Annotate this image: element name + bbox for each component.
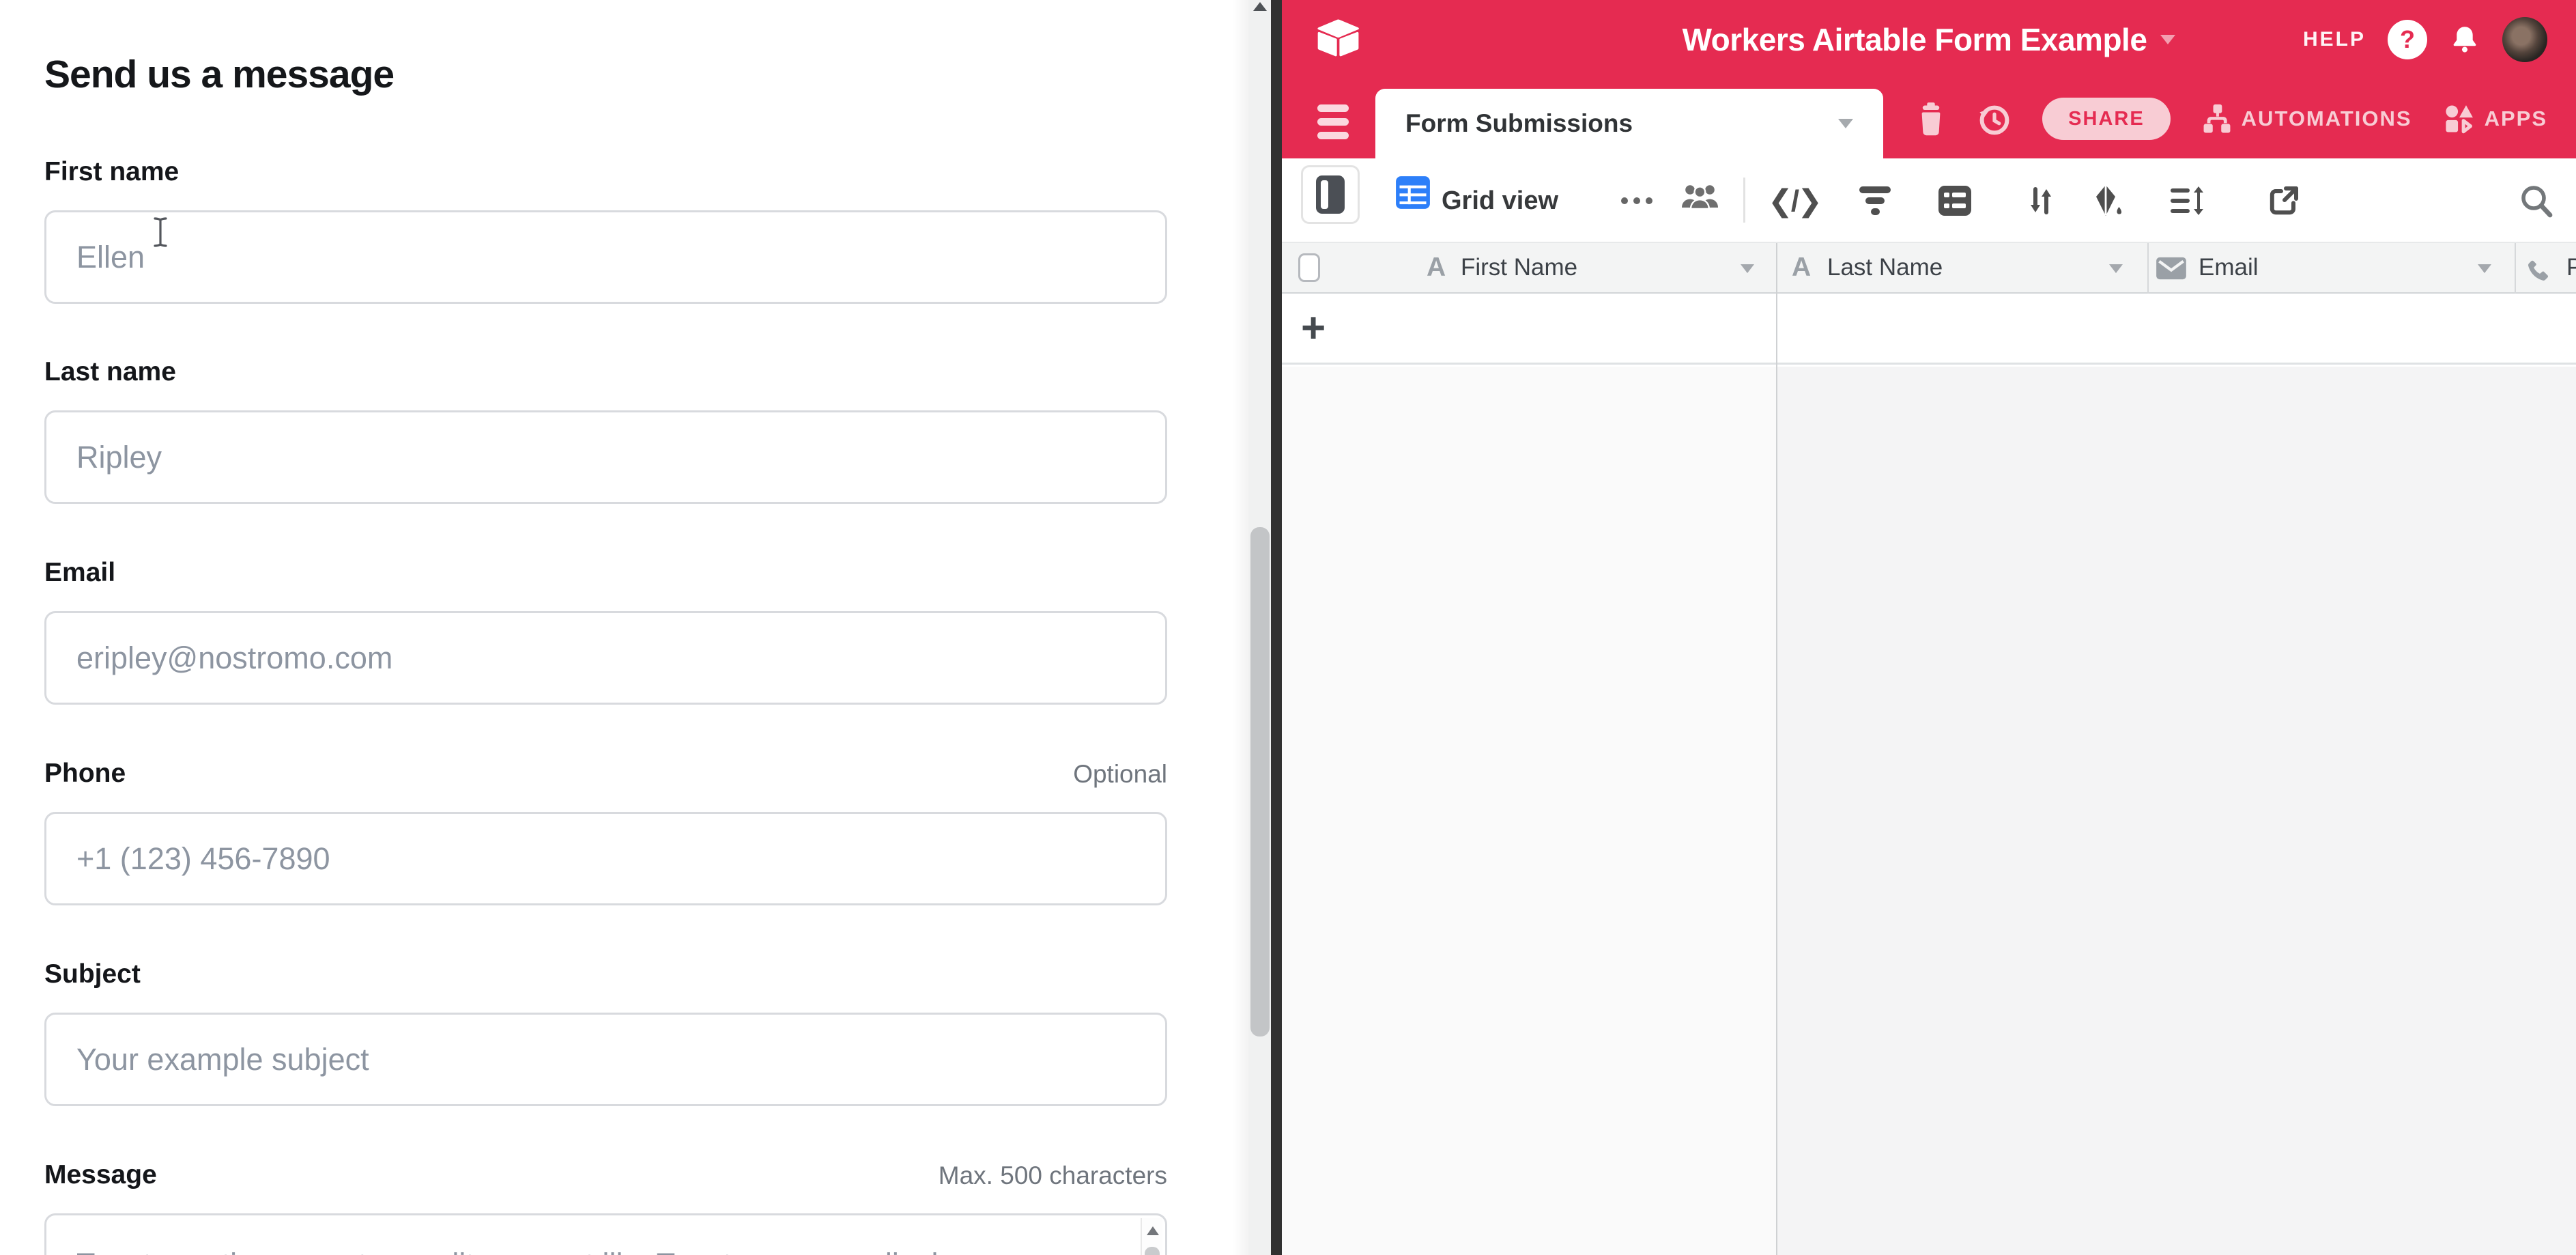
email-field: Email eripley@nostromo.com xyxy=(44,552,1167,588)
panel-icon xyxy=(1316,175,1345,214)
sort-icon[interactable] xyxy=(2024,158,2057,243)
message-textarea[interactable]: Tenetur optio quaerat expedita vero et i… xyxy=(44,1213,1167,1255)
first-name-label: First name xyxy=(44,157,179,187)
last-name-placeholder: Ripley xyxy=(76,440,162,475)
view-name[interactable]: Grid view xyxy=(1442,158,1558,243)
message-scrollbar[interactable] xyxy=(1141,1218,1162,1255)
first-name-placeholder: Ellen xyxy=(76,240,145,275)
chevron-down-icon[interactable] xyxy=(1838,119,1853,128)
subject-placeholder: Your example subject xyxy=(76,1042,369,1077)
grid-body-background xyxy=(1777,367,2576,1255)
history-icon[interactable] xyxy=(1977,101,2011,137)
phone-label: Phone xyxy=(44,759,126,789)
share-button[interactable]: SHARE xyxy=(2042,98,2171,140)
active-table-name: Form Submissions xyxy=(1405,109,1633,138)
subject-field: Subject Your example subject xyxy=(44,954,1167,989)
form-pane-scrollbar[interactable] xyxy=(1249,0,1271,1255)
column-header-last-name[interactable]: Last Name xyxy=(1827,243,1943,292)
column-divider xyxy=(2147,243,2149,294)
chevron-down-icon[interactable] xyxy=(2478,264,2491,273)
chevron-down-icon[interactable] xyxy=(2109,264,2123,273)
message-maxchars-hint: Max. 500 characters xyxy=(939,1161,1167,1190)
group-icon[interactable] xyxy=(1938,158,1971,243)
share-label: SHARE xyxy=(2068,108,2145,130)
hamburger-menu-icon[interactable] xyxy=(1317,104,1349,139)
plus-icon[interactable]: + xyxy=(1301,294,1326,363)
text-field-type-icon: A xyxy=(1792,243,1811,292)
scrollbar-thumb[interactable] xyxy=(1250,527,1270,1037)
column-divider xyxy=(2515,243,2516,294)
apps-icon xyxy=(2444,102,2475,135)
window-divider xyxy=(1271,0,1282,1255)
phone-field: Phone Optional +1 (123) 456-7890 xyxy=(44,753,1167,789)
view-sidebar-toggle[interactable] xyxy=(1301,165,1360,224)
airtable-tabs-bar: Form Submissions SHARE xyxy=(1282,79,2576,158)
last-name-input[interactable]: Ripley xyxy=(44,410,1167,504)
apps-button[interactable]: APPS xyxy=(2444,102,2547,135)
first-name-input[interactable]: Ellen xyxy=(44,210,1167,304)
message-field: Message Max. 500 characters Tenetur opti… xyxy=(44,1155,1167,1190)
automations-button[interactable]: AUTOMATIONS xyxy=(2202,102,2412,135)
chevron-down-icon[interactable] xyxy=(1741,264,1754,273)
share-view-icon[interactable] xyxy=(2267,158,2300,243)
scroll-up-icon[interactable] xyxy=(1147,1226,1159,1235)
grid-body-primary-column xyxy=(1282,367,1776,1255)
automations-icon xyxy=(2202,102,2232,135)
last-name-label: Last name xyxy=(44,357,176,387)
color-icon[interactable] xyxy=(2090,158,2124,243)
view-toolbar: Grid view ❮/❯ xyxy=(1282,158,2576,243)
search-icon[interactable] xyxy=(2519,183,2553,218)
message-placeholder: Tenetur optio quaerat expedita vero et i… xyxy=(76,1247,966,1255)
select-all-checkbox[interactable] xyxy=(1298,253,1320,282)
column-header-phone[interactable]: Phone xyxy=(2566,243,2576,292)
first-name-field: First name Ellen xyxy=(44,152,1167,187)
avatar[interactable] xyxy=(2502,17,2547,62)
apps-label: APPS xyxy=(2485,107,2547,131)
add-row[interactable]: + xyxy=(1282,294,2576,365)
screen: Send us a message First name Ellen Last … xyxy=(0,0,2576,1255)
collaborators-icon[interactable] xyxy=(1680,182,1720,209)
phone-field-type-icon xyxy=(2524,257,2553,285)
automations-label: AUTOMATIONS xyxy=(2242,107,2412,131)
toolbar-separator xyxy=(1743,178,1745,223)
email-placeholder: eripley@nostromo.com xyxy=(76,640,392,676)
row-height-icon[interactable] xyxy=(2169,158,2205,243)
column-header-row: A First Name A Last Name Email Phone xyxy=(1282,243,2576,294)
email-input[interactable]: eripley@nostromo.com xyxy=(44,611,1167,705)
email-label: Email xyxy=(44,558,115,588)
grid-view-icon xyxy=(1395,175,1431,210)
message-scroll-thumb[interactable] xyxy=(1145,1247,1160,1255)
phone-input[interactable]: +1 (123) 456-7890 xyxy=(44,812,1167,905)
hide-fields-icon[interactable]: ❮/❯ xyxy=(1768,158,1820,243)
email-field-type-icon xyxy=(2156,255,2187,282)
base-title[interactable]: Workers Airtable Form Example xyxy=(1683,21,2147,58)
column-header-first-name[interactable]: First Name xyxy=(1461,243,1577,292)
message-label: Message xyxy=(44,1160,157,1190)
subject-label: Subject xyxy=(44,959,141,989)
bell-icon[interactable] xyxy=(2449,23,2480,56)
chevron-down-icon[interactable] xyxy=(2160,35,2175,44)
phone-optional-hint: Optional xyxy=(1073,760,1167,789)
airtable-pane: Workers Airtable Form Example HELP ? For… xyxy=(1282,0,2576,1255)
help-menu[interactable]: HELP xyxy=(2303,28,2366,51)
column-header-email[interactable]: Email xyxy=(2199,243,2259,292)
form-title: Send us a message xyxy=(44,52,394,97)
more-options-icon[interactable] xyxy=(1621,158,1652,243)
subject-input[interactable]: Your example subject xyxy=(44,1013,1167,1106)
column-divider xyxy=(1776,243,1777,1255)
filter-icon[interactable] xyxy=(1859,158,1891,243)
airtable-topbar: Workers Airtable Form Example HELP ? xyxy=(1282,0,2576,79)
phone-placeholder: +1 (123) 456-7890 xyxy=(76,841,330,877)
trash-icon[interactable] xyxy=(1917,101,1945,137)
contact-form-pane: Send us a message First name Ellen Last … xyxy=(0,0,1249,1255)
tab-form-submissions[interactable]: Form Submissions xyxy=(1375,89,1883,158)
scroll-up-icon[interactable] xyxy=(1253,2,1267,11)
last-name-field: Last name Ripley xyxy=(44,352,1167,387)
text-cursor-icon xyxy=(152,216,169,249)
help-circle-icon[interactable]: ? xyxy=(2388,20,2427,59)
text-field-type-icon: A xyxy=(1427,243,1446,292)
